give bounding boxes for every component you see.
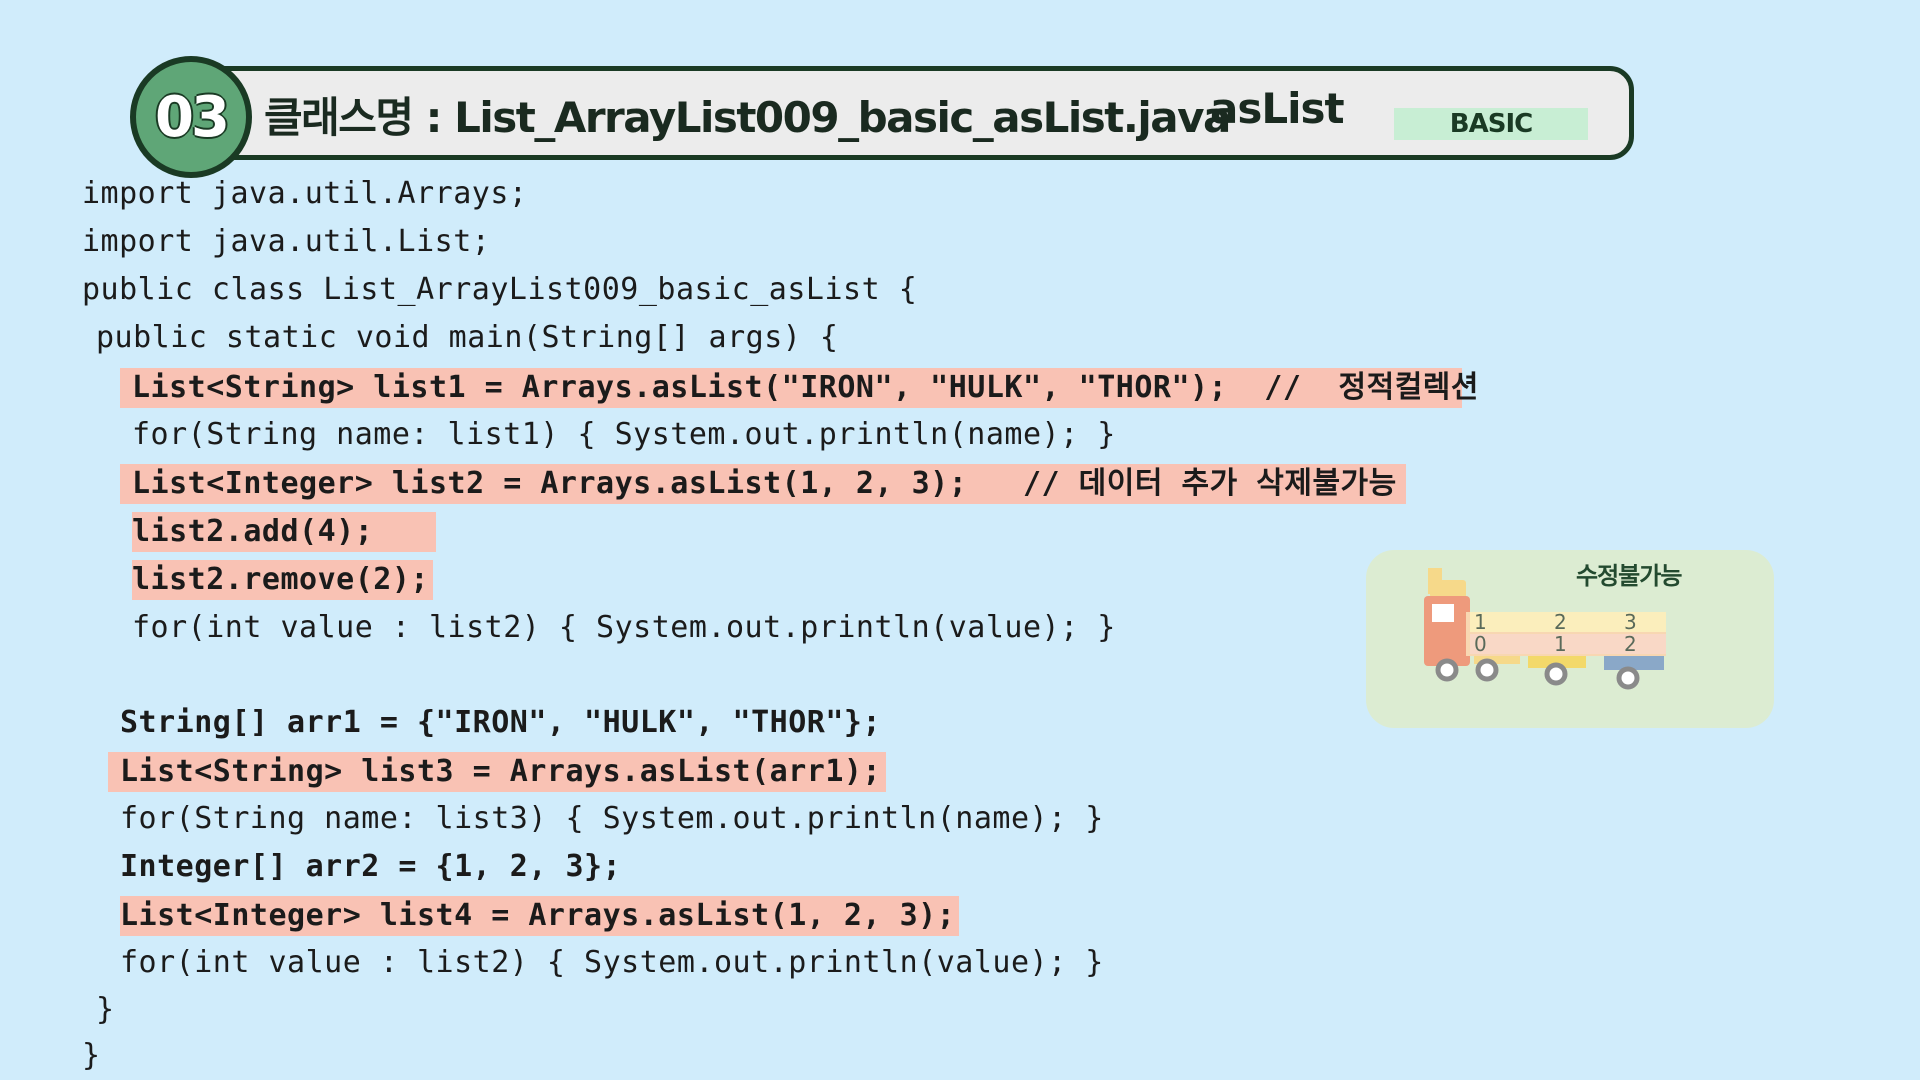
value-cell-2: 2	[1554, 610, 1567, 634]
value-cell-1: 1	[1474, 610, 1487, 634]
index-cell-1: 1	[1554, 632, 1567, 656]
code-line: import java.util.List;	[82, 224, 491, 259]
code-line-highlighted: List<Integer> list4 = Arrays.asList(1, 2…	[120, 896, 960, 936]
code-line: public static void main(String[] args) {	[96, 320, 839, 355]
value-cell-3: 3	[1624, 610, 1637, 634]
code-line: for(int value : list2) { System.out.prin…	[120, 945, 1104, 980]
code-line: public class List_ArrayList009_basic_asL…	[82, 272, 918, 307]
code-line: String[] arr1 = {"IRON", "HULK", "THOR"}…	[120, 705, 882, 740]
code-line-highlighted: List<String> list1 = Arrays.asList("IRON…	[120, 368, 1479, 408]
code-line-highlighted: List<Integer> list2 = Arrays.asList(1, 2…	[120, 464, 1406, 504]
code-line: for(int value : list2) { System.out.prin…	[132, 610, 1116, 645]
unmodifiable-illustration-card	[1366, 550, 1774, 728]
index-cell-0: 0	[1474, 632, 1487, 656]
code-line: import java.util.Arrays;	[82, 176, 528, 211]
code-line-highlighted: list2.remove(2);	[132, 560, 433, 600]
code-line: }	[82, 1038, 101, 1073]
code-line: for(String name: list3) { System.out.pri…	[120, 801, 1104, 836]
code-line-highlighted: list2.add(4);	[132, 512, 436, 552]
index-cell-2: 2	[1624, 632, 1637, 656]
code-block: import java.util.Arrays; import java.uti…	[0, 0, 1920, 1080]
code-line-highlighted: List<String> list3 = Arrays.asList(arr1)…	[108, 752, 886, 792]
code-line: }	[96, 992, 115, 1027]
code-line: for(String name: list1) { System.out.pri…	[132, 417, 1116, 452]
code-line: Integer[] arr2 = {1, 2, 3};	[120, 849, 622, 884]
unmodifiable-label: 수정불가능	[1576, 562, 1682, 590]
